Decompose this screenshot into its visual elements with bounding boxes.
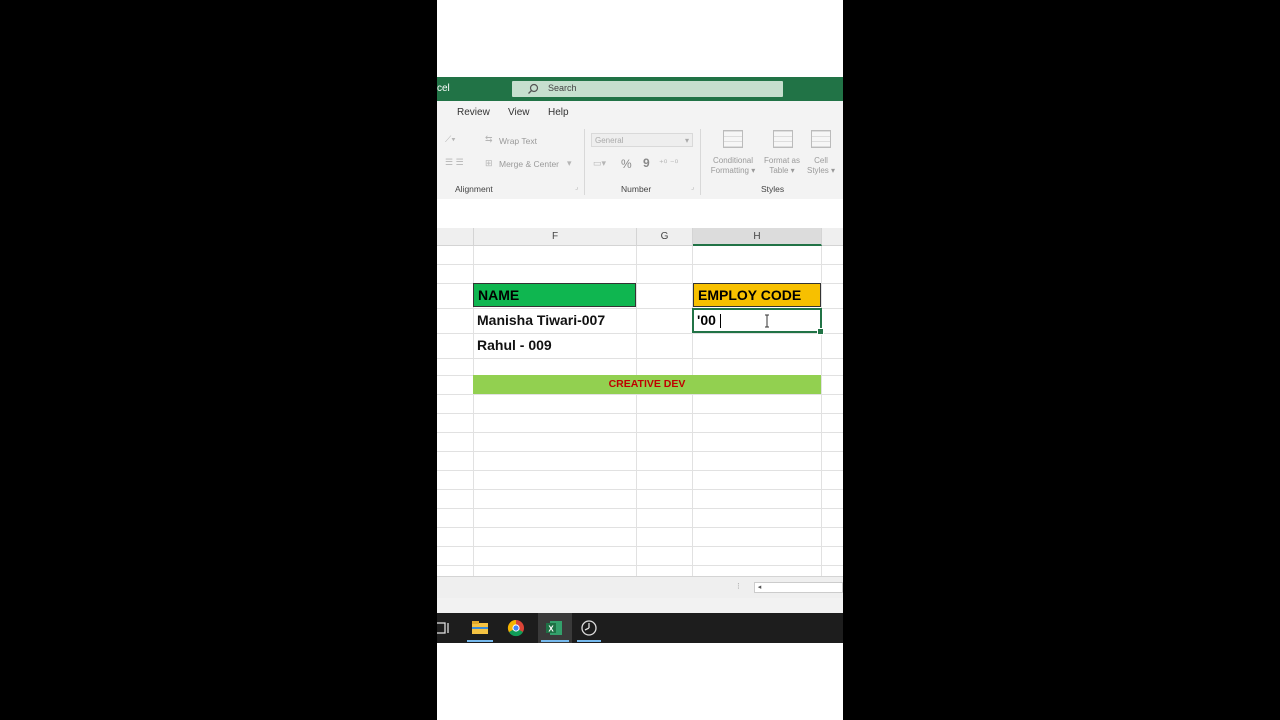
format-as-table-line2: Table ▾	[769, 166, 795, 175]
column-header-h[interactable]: H	[693, 228, 822, 246]
clock-indicator	[577, 640, 601, 642]
fill-handle[interactable]	[817, 328, 824, 335]
windows-taskbar: X	[437, 613, 843, 643]
column-header-next[interactable]	[822, 228, 843, 246]
grid-line	[437, 470, 843, 471]
creative-dev-banner[interactable]: CREATIVE DEV	[473, 375, 821, 394]
sheet-status-bar: ⁝ ◂	[437, 576, 843, 599]
tab-help[interactable]: Help	[548, 107, 569, 118]
number-format-value: General	[595, 136, 624, 145]
alignment-group-label: Alignment	[455, 184, 493, 194]
name-header-cell[interactable]: NAME	[473, 283, 636, 307]
column-header-prev[interactable]	[437, 228, 474, 246]
task-view-icon[interactable]	[437, 618, 453, 638]
number-group-label: Number	[621, 184, 652, 194]
styles-group-label: Styles	[761, 184, 785, 194]
cell-styles-line1: Cell	[814, 156, 828, 165]
decimal-icons[interactable]: ⁺⁰ ⁻⁰	[659, 158, 678, 169]
percent-button[interactable]: %	[621, 157, 632, 171]
tab-view[interactable]: View	[508, 107, 530, 118]
employ-code-header-cell[interactable]: EMPLOY CODE	[693, 283, 821, 307]
search-placeholder: Search	[548, 83, 577, 93]
search-box[interactable]: Search	[512, 81, 783, 97]
chevron-down-icon: ▾	[684, 136, 689, 145]
number-format-select[interactable]: General ▾	[591, 133, 693, 147]
orientation-icon[interactable]: ⟋▾	[445, 134, 456, 145]
splitter-handle-icon[interactable]: ⁝	[737, 581, 740, 592]
grid-line	[437, 489, 843, 490]
file-explorer-indicator	[467, 640, 493, 642]
merge-center-button[interactable]: Merge & Center	[499, 159, 559, 169]
screen-panel: cel Search Review View Help ⟋▾ ☰ ☰ ⇆ Wra…	[437, 0, 843, 720]
name-cell-2[interactable]: Rahul - 009	[473, 333, 636, 358]
conditional-formatting-label[interactable]: Conditional Formatting ▾	[705, 156, 761, 176]
grid-line	[437, 565, 843, 566]
grid-line	[437, 394, 843, 395]
column-header-g[interactable]: G	[637, 228, 693, 246]
ibeam-cursor-icon	[765, 314, 769, 328]
clock-app-icon[interactable]	[579, 618, 599, 638]
format-as-table-icon[interactable]	[773, 130, 793, 148]
formula-bar-area	[437, 199, 843, 223]
grid-line	[437, 527, 843, 528]
chrome-icon[interactable]	[506, 618, 526, 638]
grid-line	[437, 413, 843, 414]
grid-line	[437, 432, 843, 433]
grid-line	[437, 508, 843, 509]
horizontal-scrollbar[interactable]	[754, 582, 843, 593]
comma-button[interactable]: 9	[643, 156, 650, 170]
svg-text:X: X	[548, 625, 554, 634]
grid-line	[437, 358, 843, 359]
ribbon-separator	[700, 129, 701, 195]
wrap-text-icon: ⇆	[485, 134, 493, 144]
active-cell-h3[interactable]: '00	[692, 308, 824, 335]
merge-dropdown-icon[interactable]: ▾	[567, 158, 572, 169]
file-explorer-icon[interactable]	[470, 618, 490, 638]
scroll-left-icon[interactable]: ◂	[754, 582, 765, 593]
format-as-table-label[interactable]: Format as Table ▾	[759, 156, 805, 176]
excel-indicator	[541, 640, 569, 642]
ribbon: Review View Help ⟋▾ ☰ ☰ ⇆ Wrap Text ⊞ Me…	[437, 101, 843, 200]
grid-line	[437, 546, 843, 547]
status-strip	[437, 598, 843, 613]
app-name-fragment: cel	[437, 83, 450, 94]
name-cell-1[interactable]: Manisha Tiwari-007	[473, 308, 636, 333]
cell-styles-line2: Styles ▾	[806, 166, 836, 175]
active-cell-value: '00	[697, 312, 716, 328]
grid-line	[437, 451, 843, 452]
column-header-f[interactable]: F	[474, 228, 637, 246]
format-as-table-line1: Format as	[763, 156, 800, 165]
indent-icons[interactable]: ☰ ☰	[445, 157, 464, 168]
cell-styles-icon[interactable]	[811, 130, 831, 148]
conditional-formatting-line1: Conditional	[712, 156, 754, 165]
ribbon-separator	[584, 129, 585, 195]
wrap-text-button[interactable]: Wrap Text	[499, 136, 537, 146]
tab-review[interactable]: Review	[457, 107, 490, 118]
title-bar: cel Search	[437, 77, 843, 101]
search-icon	[528, 83, 539, 94]
alignment-launcher-icon[interactable]: ⌟	[575, 183, 578, 191]
text-cursor	[719, 314, 721, 329]
number-launcher-icon[interactable]: ⌟	[691, 183, 694, 191]
conditional-formatting-line2: Formatting ▾	[710, 166, 756, 175]
conditional-formatting-icon[interactable]	[723, 130, 743, 148]
currency-icon[interactable]: ▭▾	[593, 158, 606, 169]
grid-line	[437, 264, 843, 265]
excel-icon[interactable]: X	[544, 618, 564, 638]
cell-styles-label[interactable]: Cell Styles ▾	[803, 156, 839, 176]
merge-center-icon: ⊞	[485, 158, 493, 168]
